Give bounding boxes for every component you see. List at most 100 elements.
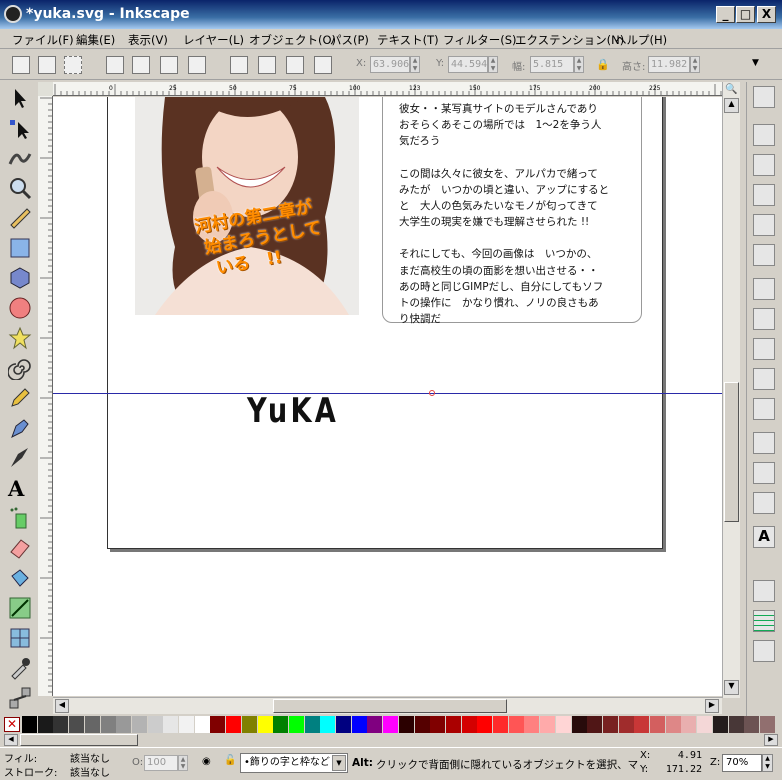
y-field[interactable]: 44.594 (448, 56, 488, 73)
canvas[interactable]: 河村の第二章が 始まろうとして いる !! 彼女・・某写真サイトのモデルさんであ… (53, 97, 722, 696)
raise-icon[interactable] (286, 56, 304, 74)
star-tool-icon[interactable] (8, 326, 32, 350)
snap-intersection-icon[interactable] (753, 338, 775, 360)
dropper-tool-icon[interactable] (8, 656, 32, 680)
menu-edit[interactable]: 編集(E) (76, 32, 115, 48)
color-swatch[interactable] (351, 716, 367, 733)
menu-help[interactable]: ヘルプ(H) (615, 32, 667, 48)
rotate-cw-icon[interactable] (132, 56, 150, 74)
color-swatch[interactable] (524, 716, 540, 733)
palette-scrollbar[interactable]: ◀ ▶ (0, 733, 782, 747)
opacity-field[interactable]: 100 (144, 755, 178, 771)
rectangle-tool-icon[interactable] (8, 236, 32, 260)
maximize-button[interactable]: □ (736, 6, 755, 23)
tweak-tool-icon[interactable] (8, 146, 32, 170)
color-swatch[interactable] (665, 716, 681, 733)
snap-page-border-icon[interactable] (753, 580, 775, 602)
height-field[interactable]: 11.982 (648, 56, 690, 73)
color-swatch[interactable] (226, 716, 242, 733)
calligraphy-tool-icon[interactable] (8, 446, 32, 470)
horizontal-guide[interactable] (53, 393, 722, 394)
color-swatch[interactable] (493, 716, 508, 733)
scroll-up-arrow[interactable]: ▲ (724, 98, 739, 113)
measure-tool-icon[interactable] (8, 206, 32, 230)
flip-vertical-icon[interactable] (188, 56, 206, 74)
pen-tool-icon[interactable] (8, 416, 32, 440)
zoom-corner-icon[interactable]: 🔍 (725, 84, 737, 95)
color-swatch[interactable] (84, 716, 100, 733)
color-swatch[interactable] (210, 716, 226, 733)
zoom-spinner[interactable]: ▲ ▼ (762, 754, 773, 772)
snap-bbox-edge-icon[interactable] (753, 154, 775, 176)
spray-tool-icon[interactable] (8, 506, 32, 530)
palette-left-arrow[interactable]: ◀ (4, 734, 18, 746)
color-swatch[interactable] (697, 716, 713, 733)
color-swatch[interactable] (383, 716, 399, 733)
snap-nodes-icon[interactable] (753, 278, 775, 300)
connector-tool-icon[interactable] (8, 686, 32, 710)
menu-layer[interactable]: レイヤー(L) (183, 32, 244, 48)
select-all-icon[interactable] (12, 56, 30, 74)
color-swatch[interactable] (179, 716, 194, 733)
zoom-field[interactable]: 70% (722, 754, 762, 772)
mesh-tool-icon[interactable] (8, 626, 32, 650)
color-swatch[interactable] (131, 716, 147, 733)
selector-tool-icon[interactable] (8, 86, 32, 110)
select-in-all-layers-icon[interactable] (38, 56, 56, 74)
snap-path-icon[interactable] (753, 308, 775, 330)
width-field[interactable]: 5.815 (530, 56, 574, 73)
snap-bbox-corner-icon[interactable] (753, 184, 775, 206)
snap-text-icon[interactable]: A (753, 526, 775, 548)
snap-enable-icon[interactable] (753, 86, 775, 108)
text-tool-icon[interactable]: A (8, 476, 32, 501)
layer-dropdown-arrow[interactable]: ▼ (332, 755, 346, 771)
color-swatch[interactable] (147, 716, 163, 733)
color-swatch[interactable] (288, 716, 304, 733)
gradient-tool-icon[interactable] (8, 596, 32, 620)
color-swatch[interactable] (555, 716, 571, 733)
y-spinner[interactable]: ▲ ▼ (488, 56, 498, 73)
menu-text[interactable]: テキスト(T) (377, 32, 439, 48)
color-swatch[interactable] (241, 716, 257, 733)
layer-visibility-icon[interactable]: ◉ (202, 756, 211, 767)
menu-view[interactable]: 表示(V) (128, 32, 168, 48)
node-tool-icon[interactable] (8, 116, 32, 140)
color-swatch[interactable] (398, 716, 414, 733)
menu-filters[interactable]: フィルター(S) (443, 32, 517, 48)
color-swatch[interactable] (304, 716, 320, 733)
snap-smooth-nodes-icon[interactable] (753, 368, 775, 390)
minimize-button[interactable]: _ (716, 6, 735, 23)
color-swatch[interactable] (257, 716, 273, 733)
photo-image[interactable]: 河村の第二章が 始まろうとして いる !! (135, 97, 359, 315)
color-swatch[interactable] (571, 716, 587, 733)
color-swatch[interactable] (540, 716, 556, 733)
snap-rotation-center-icon[interactable] (753, 462, 775, 484)
deselect-icon[interactable] (64, 56, 82, 74)
width-spinner[interactable]: ▲ ▼ (574, 56, 584, 73)
color-swatch[interactable] (37, 716, 53, 733)
snap-bbox-icon[interactable] (753, 124, 775, 146)
layer-selector[interactable]: •飾りの字と枠など ▼ (240, 753, 348, 773)
eraser-tool-icon[interactable] (8, 536, 32, 560)
lower-icon[interactable] (258, 56, 276, 74)
height-spinner[interactable]: ▲ ▼ (690, 56, 700, 73)
color-swatch[interactable] (461, 716, 477, 733)
horizontal-scroll-thumb[interactable] (273, 699, 507, 713)
3d-box-tool-icon[interactable] (8, 266, 32, 290)
snap-guide-icon[interactable] (753, 640, 775, 662)
color-swatch[interactable] (744, 716, 760, 733)
snap-midpoints-icon[interactable] (753, 398, 775, 420)
color-swatch[interactable] (650, 716, 665, 733)
raise-to-top-icon[interactable] (314, 56, 332, 74)
menu-extensions[interactable]: エクステンション(N) (515, 32, 624, 48)
color-swatch[interactable] (273, 716, 289, 733)
guide-anchor[interactable] (429, 390, 435, 396)
color-swatch[interactable] (602, 716, 618, 733)
spiral-tool-icon[interactable] (8, 356, 32, 380)
menu-object[interactable]: オブジェクト(O) (249, 32, 336, 48)
paint-bucket-tool-icon[interactable] (8, 566, 32, 590)
color-swatch[interactable] (320, 716, 336, 733)
color-swatch[interactable] (681, 716, 697, 733)
snap-bbox-midpoint-icon[interactable] (753, 214, 775, 236)
color-swatch[interactable] (728, 716, 744, 733)
